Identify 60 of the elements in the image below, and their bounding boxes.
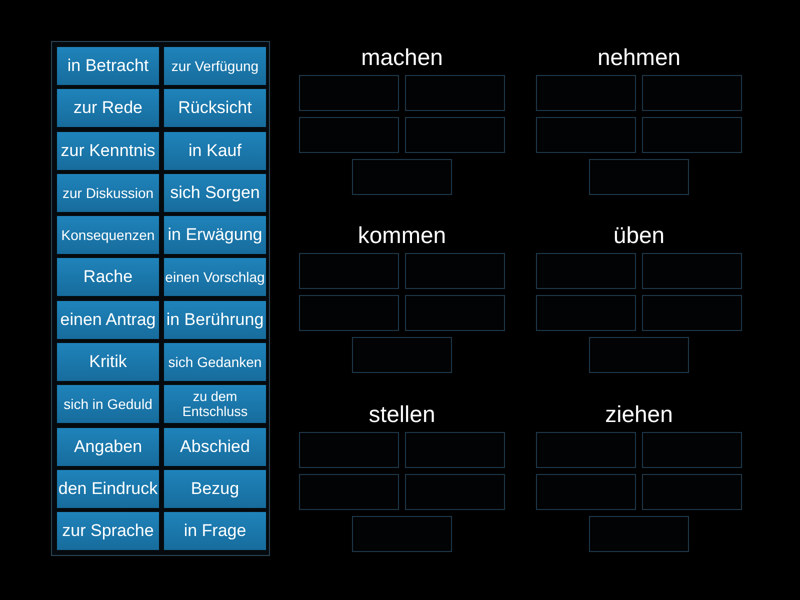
word-card[interactable]: Bezug [164,470,266,508]
drop-slot[interactable] [536,474,636,510]
drop-slot[interactable] [405,295,505,332]
drop-slot[interactable] [642,75,742,111]
drop-slot[interactable] [589,337,689,374]
word-card[interactable]: zur Kenntnis [57,132,159,170]
word-card[interactable]: in Betracht [57,47,159,85]
drop-slot[interactable] [352,337,452,374]
word-card[interactable]: Kritik [57,343,159,382]
group-title: ziehen [605,400,673,429]
word-card[interactable]: in Kauf [164,132,266,170]
group-title: kommen [358,221,446,250]
drop-slot[interactable] [536,432,636,468]
word-card[interactable]: sich Sorgen [164,174,266,212]
word-card[interactable]: in Berührung [164,300,266,339]
word-card[interactable]: in Frage [164,512,266,550]
drop-slot[interactable] [589,516,689,552]
word-card[interactable]: Rücksicht [164,89,266,128]
word-card[interactable]: zu dem Entschluss [164,385,266,424]
drop-slot[interactable] [299,253,399,290]
group-title: stellen [368,400,436,429]
drop-slot[interactable] [642,295,742,332]
word-card[interactable]: Konsequenzen [57,216,159,254]
word-card[interactable]: sich Gedanken [164,343,266,382]
drop-slot[interactable] [642,474,742,510]
group-title: üben [613,221,665,250]
drop-slot[interactable] [299,295,399,332]
drop-slot[interactable] [405,474,505,510]
drop-slot[interactable] [352,159,452,195]
word-card[interactable]: den Eindruck [57,470,159,508]
word-card[interactable]: sich in Geduld [57,385,159,424]
drop-slot[interactable] [536,75,636,111]
drop-slot[interactable] [405,117,505,153]
drop-slot[interactable] [642,432,742,468]
drop-slot[interactable] [299,75,399,111]
drop-slot[interactable] [536,117,636,153]
drop-slot[interactable] [299,474,399,510]
drop-slot[interactable] [405,253,505,290]
word-card[interactable]: Angaben [57,428,159,466]
word-card[interactable]: Abschied [164,428,266,466]
drop-slot[interactable] [536,295,636,332]
group-title: machen [361,43,443,72]
drop-slot[interactable] [642,253,742,290]
drop-slot[interactable] [405,75,505,111]
word-card[interactable]: zur Diskussion [57,174,159,212]
word-card[interactable]: Rache [57,258,159,296]
word-card[interactable]: zur Verfügung [164,47,266,85]
word-card[interactable]: einen Antrag [57,300,159,339]
drop-slot[interactable] [299,432,399,468]
drop-slot[interactable] [352,516,452,552]
drop-slot[interactable] [589,159,689,195]
drop-slot[interactable] [299,117,399,153]
word-card[interactable]: einen Vorschlag [164,258,266,296]
drop-slot[interactable] [536,253,636,290]
word-card[interactable]: zur Sprache [57,512,159,550]
group-title: nehmen [597,43,681,72]
drop-slot[interactable] [642,117,742,153]
drop-slot[interactable] [405,432,505,468]
word-card[interactable]: in Erwägung [164,216,266,254]
word-card[interactable]: zur Rede [57,89,159,128]
